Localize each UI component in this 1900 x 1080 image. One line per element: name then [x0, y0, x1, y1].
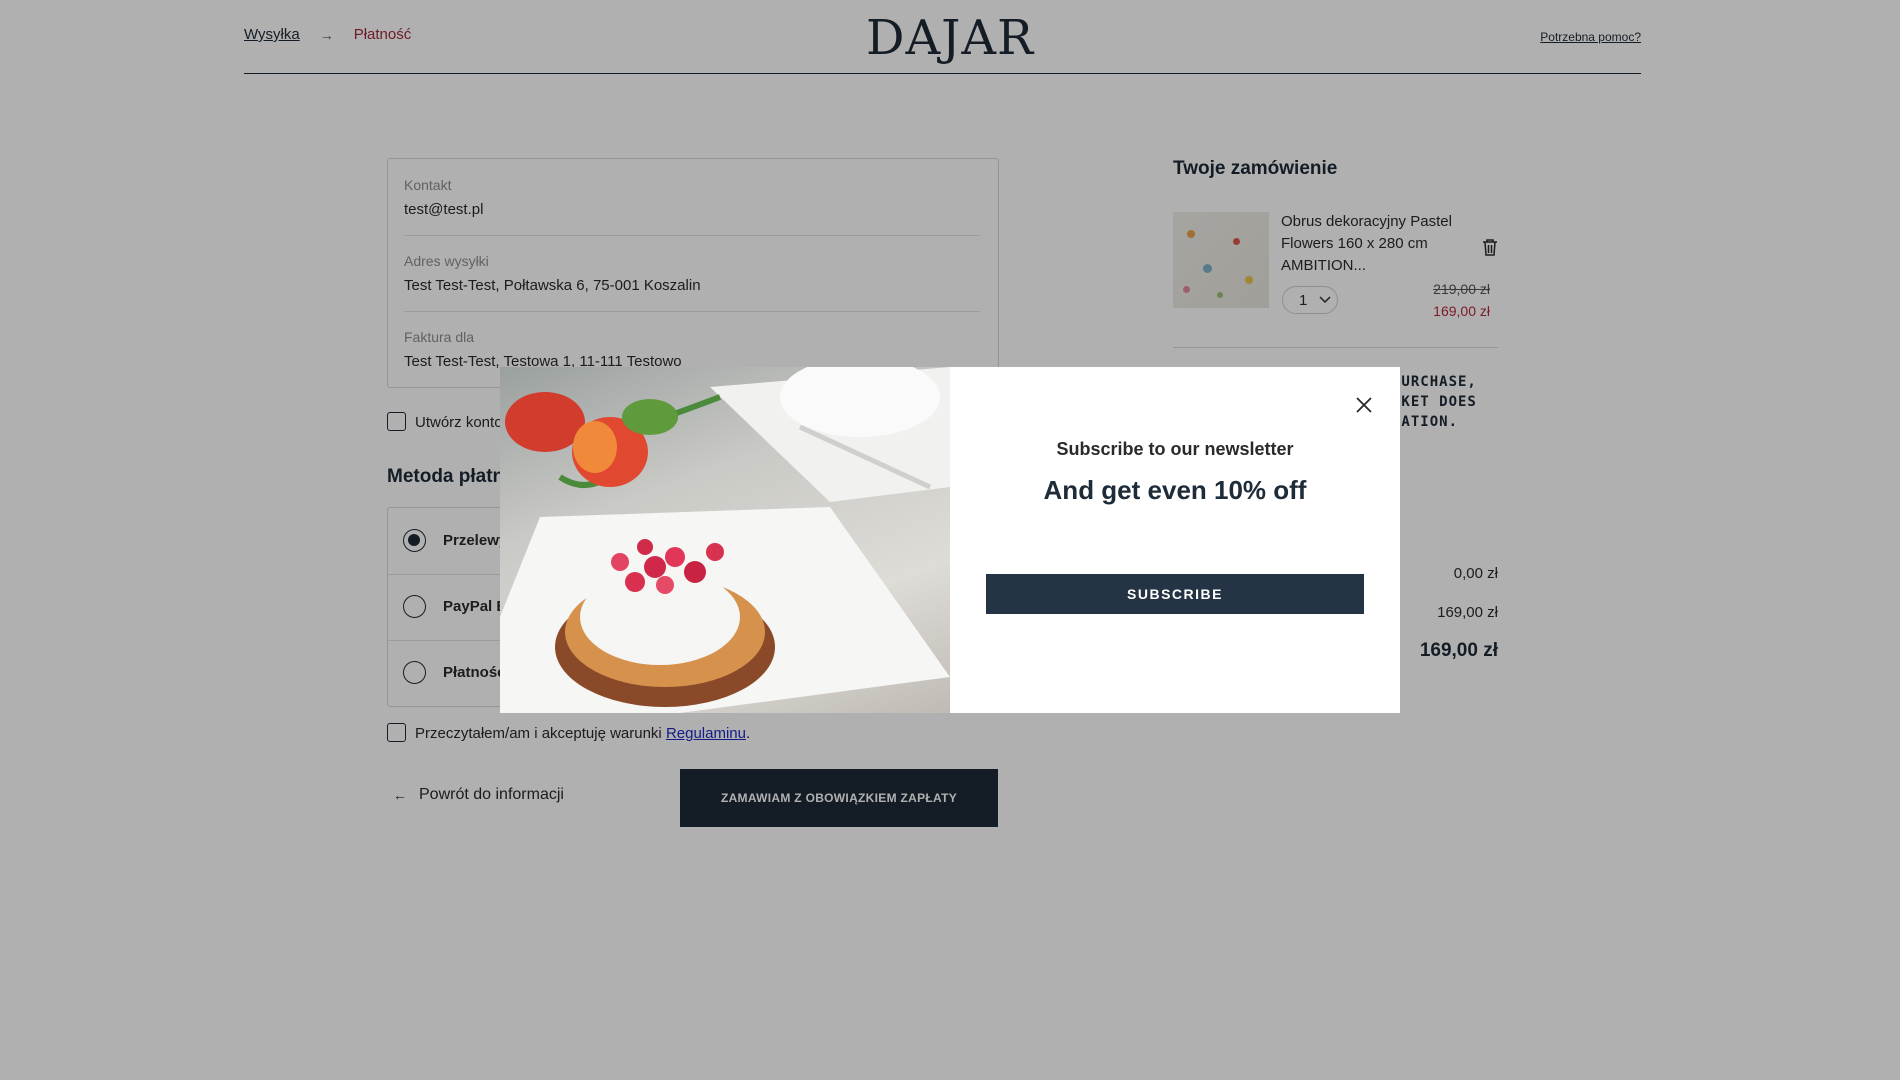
newsletter-image [500, 367, 950, 713]
modal-subtitle: Subscribe to our newsletter [1056, 439, 1294, 459]
dessert-photo [500, 367, 950, 713]
subscribe-button[interactable]: SUBSCRIBE [986, 574, 1364, 614]
modal-heading: And get even 10% off [1043, 475, 1307, 505]
checkout-page: Wysyłka → Płatność DAJAR Potrzebna pomoc… [0, 0, 1900, 1080]
close-icon[interactable] [1351, 392, 1377, 418]
newsletter-modal: Subscribe to our newsletter And get even… [500, 367, 1400, 713]
